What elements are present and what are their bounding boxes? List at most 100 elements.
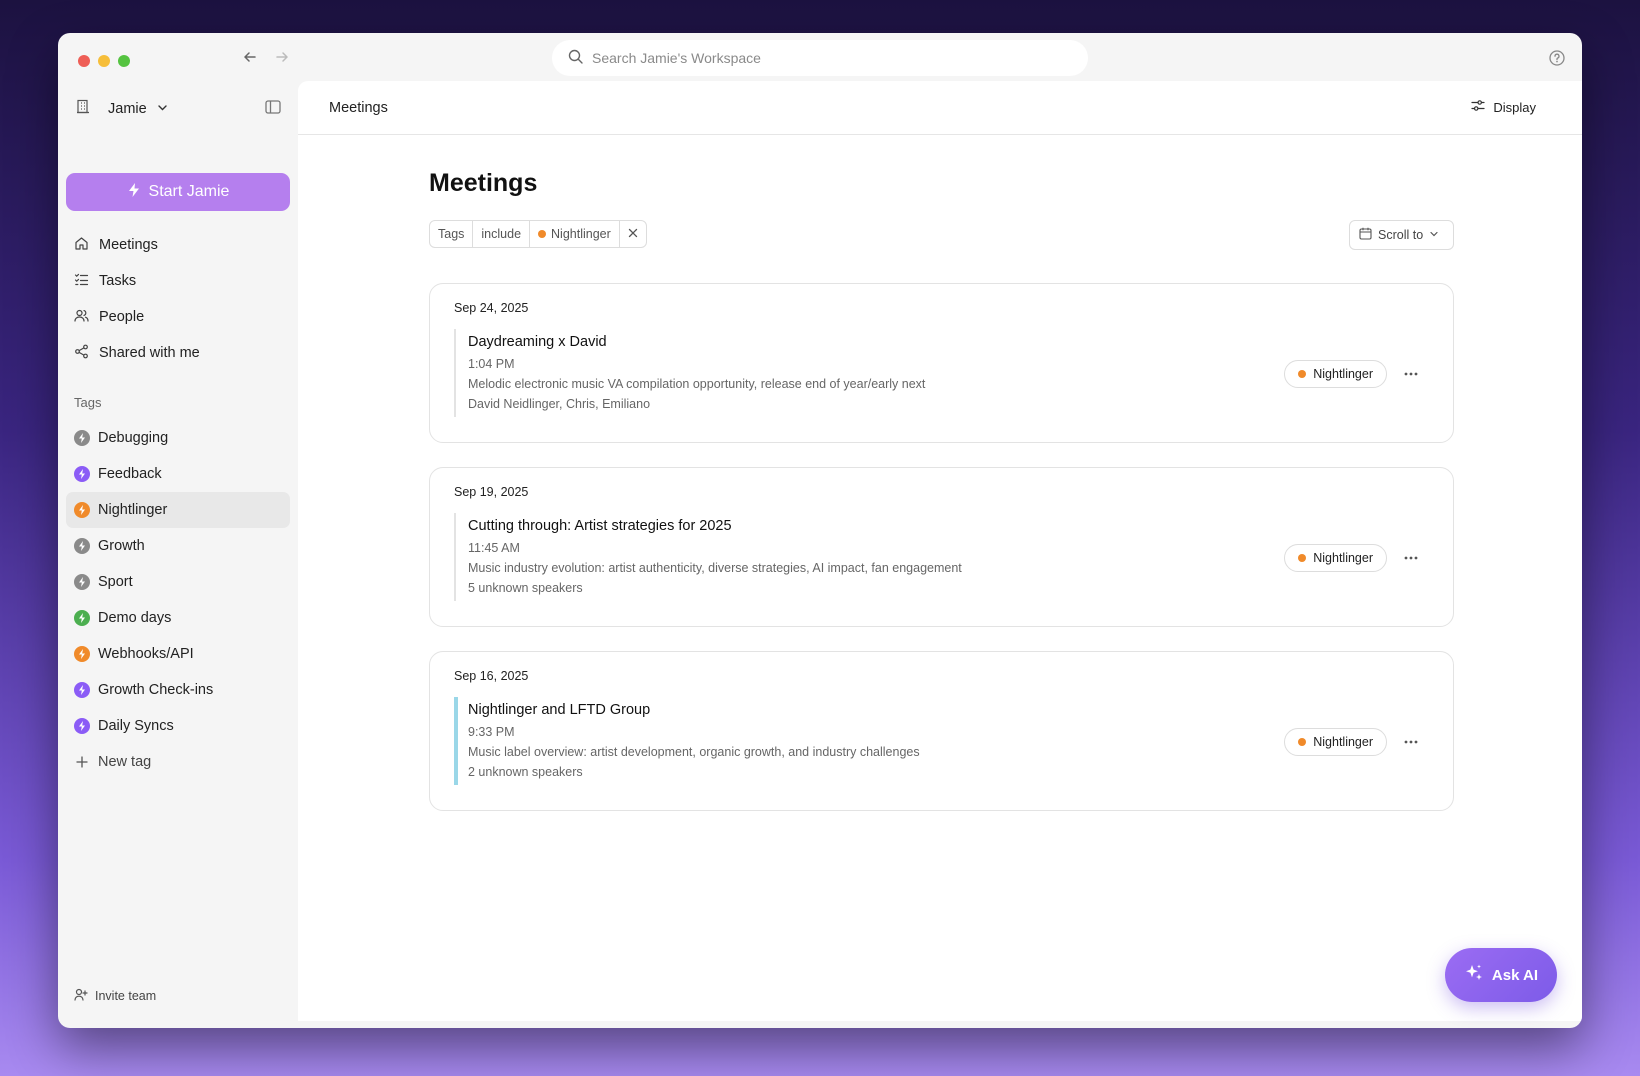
back-arrow-icon[interactable] [240,47,260,67]
meeting-tag-chip[interactable]: Nightlinger [1284,728,1387,756]
tag-item-webhooks-api[interactable]: Webhooks/API [66,636,290,672]
tag-item-growth-check-ins[interactable]: Growth Check-ins [66,672,290,708]
nav-item-label: Shared with me [99,345,200,361]
start-jamie-button[interactable]: Start Jamie [66,173,290,211]
new-tag-label: New tag [98,754,152,770]
tag-item-nightlinger[interactable]: Nightlinger [66,492,290,528]
scroll-to-dropdown[interactable]: Scroll to [1349,220,1454,250]
nav-item-tasks[interactable]: Tasks [66,263,290,299]
tag-label: Debugging [98,430,169,446]
tag-color-dot [1298,738,1307,746]
tag-label: Webhooks/API [98,646,194,662]
people-icon [74,308,89,327]
chevron-down-icon [1429,228,1439,242]
tasks-icon [74,272,89,291]
home-icon [74,236,89,255]
tags-list: Debugging Feedback Nightlinger Growth Sp… [66,420,290,780]
window-controls [78,55,130,67]
meeting-date: Sep 24, 2025 [454,301,529,315]
lightning-icon [127,182,141,203]
invite-team-button[interactable]: Invite team [74,988,156,1004]
meeting-details: Cutting through: Artist strategies for 2… [454,513,962,601]
tag-item-growth[interactable]: Growth [66,528,290,564]
display-button[interactable]: Display [1471,99,1536,115]
meeting-date: Sep 16, 2025 [454,669,529,683]
workspace-switcher[interactable]: Jamie [76,99,168,118]
tag-item-demo-days[interactable]: Demo days [66,600,290,636]
meeting-card[interactable]: Sep 16, 2025 Nightlinger and LFTD Group … [429,651,1454,811]
meeting-time: 11:45 AM [468,541,520,555]
nav-item-label: People [99,309,145,325]
meeting-time: 1:04 PM [468,357,515,371]
tag-chip-label: Nightlinger [1313,735,1373,749]
filter-operator-label: include [481,227,522,241]
forward-arrow-icon[interactable] [272,47,292,67]
meeting-card[interactable]: Sep 24, 2025 Daydreaming x David 1:04 PM… [429,283,1454,443]
new-tag-button[interactable]: New tag [66,744,290,780]
tag-lightning-icon [74,646,90,662]
meeting-tag-chip[interactable]: Nightlinger [1284,544,1387,572]
tag-lightning-icon [74,574,90,590]
sparkle-icon [1464,963,1484,987]
close-icon [628,227,638,241]
minimize-window-button[interactable] [98,55,110,67]
more-options-icon[interactable] [1399,732,1423,752]
tag-color-dot [1298,554,1307,562]
help-icon[interactable] [1546,47,1568,69]
tag-label: Nightlinger [98,502,168,518]
nav-item-shared-with-me[interactable]: Shared with me [66,335,290,371]
sidebar-toggle-icon[interactable] [265,100,281,119]
tag-label: Feedback [98,466,162,482]
tag-lightning-icon [74,430,90,446]
tag-label: Growth [98,538,145,554]
tag-label: Daily Syncs [98,718,174,734]
tag-lightning-icon [74,466,90,482]
tag-item-daily-syncs[interactable]: Daily Syncs [66,708,290,744]
meeting-summary: Melodic electronic music VA compilation … [468,377,926,391]
more-options-icon[interactable] [1399,548,1423,568]
search-input[interactable] [592,50,1052,66]
building-icon [76,99,90,118]
more-options-icon[interactable] [1399,364,1423,384]
meeting-date: Sep 19, 2025 [454,485,529,499]
maximize-window-button[interactable] [118,55,130,67]
meeting-summary: Music industry evolution: artist authent… [468,561,962,575]
meeting-time: 9:33 PM [468,725,515,739]
search-bar[interactable] [552,40,1088,76]
plus-icon [74,756,90,768]
filter-operator[interactable]: include [473,221,531,247]
tag-chip-label: Nightlinger [1313,551,1373,565]
ask-ai-button[interactable]: Ask AI [1445,948,1557,1002]
nav-item-people[interactable]: People [66,299,290,335]
meeting-participants: David Neidlinger, Chris, Emiliano [468,397,651,411]
nav-item-label: Meetings [99,237,158,253]
remove-filter-button[interactable] [620,221,646,247]
close-window-button[interactable] [78,55,90,67]
tag-item-feedback[interactable]: Feedback [66,456,290,492]
meeting-tag-chip[interactable]: Nightlinger [1284,360,1387,388]
ask-ai-label: Ask AI [1491,966,1539,984]
meeting-title[interactable]: Daydreaming x David [468,334,925,350]
main-content: Meetings Display Meetings Tags include N… [298,81,1582,1021]
meeting-summary: Music label overview: artist development… [468,745,920,759]
nav-item-meetings[interactable]: Meetings [66,227,290,263]
meeting-card[interactable]: Sep 19, 2025 Cutting through: Artist str… [429,467,1454,627]
filter-field-label: Tags [438,227,465,241]
filter-value[interactable]: Nightlinger [530,221,620,247]
workspace-name: Jamie [108,100,147,117]
tag-item-debugging[interactable]: Debugging [66,420,290,456]
filter-value-label: Nightlinger [551,227,611,241]
invite-team-label: Invite team [95,989,157,1003]
filter-field[interactable]: Tags [430,221,474,247]
meeting-details: Daydreaming x David 1:04 PM Melodic elec… [454,329,925,417]
search-icon [568,49,583,67]
tag-lightning-icon [74,718,90,734]
history-nav [240,47,292,67]
tag-item-sport[interactable]: Sport [66,564,290,600]
tag-label: Growth Check-ins [98,682,214,698]
meeting-title[interactable]: Nightlinger and LFTD Group [468,702,920,718]
tag-filter: Tags include Nightlinger [429,220,647,248]
sidebar: Jamie Start Jamie Meetings Tasks People … [58,81,298,1028]
tags-heading: Tags [74,395,102,410]
meeting-title[interactable]: Cutting through: Artist strategies for 2… [468,518,962,534]
